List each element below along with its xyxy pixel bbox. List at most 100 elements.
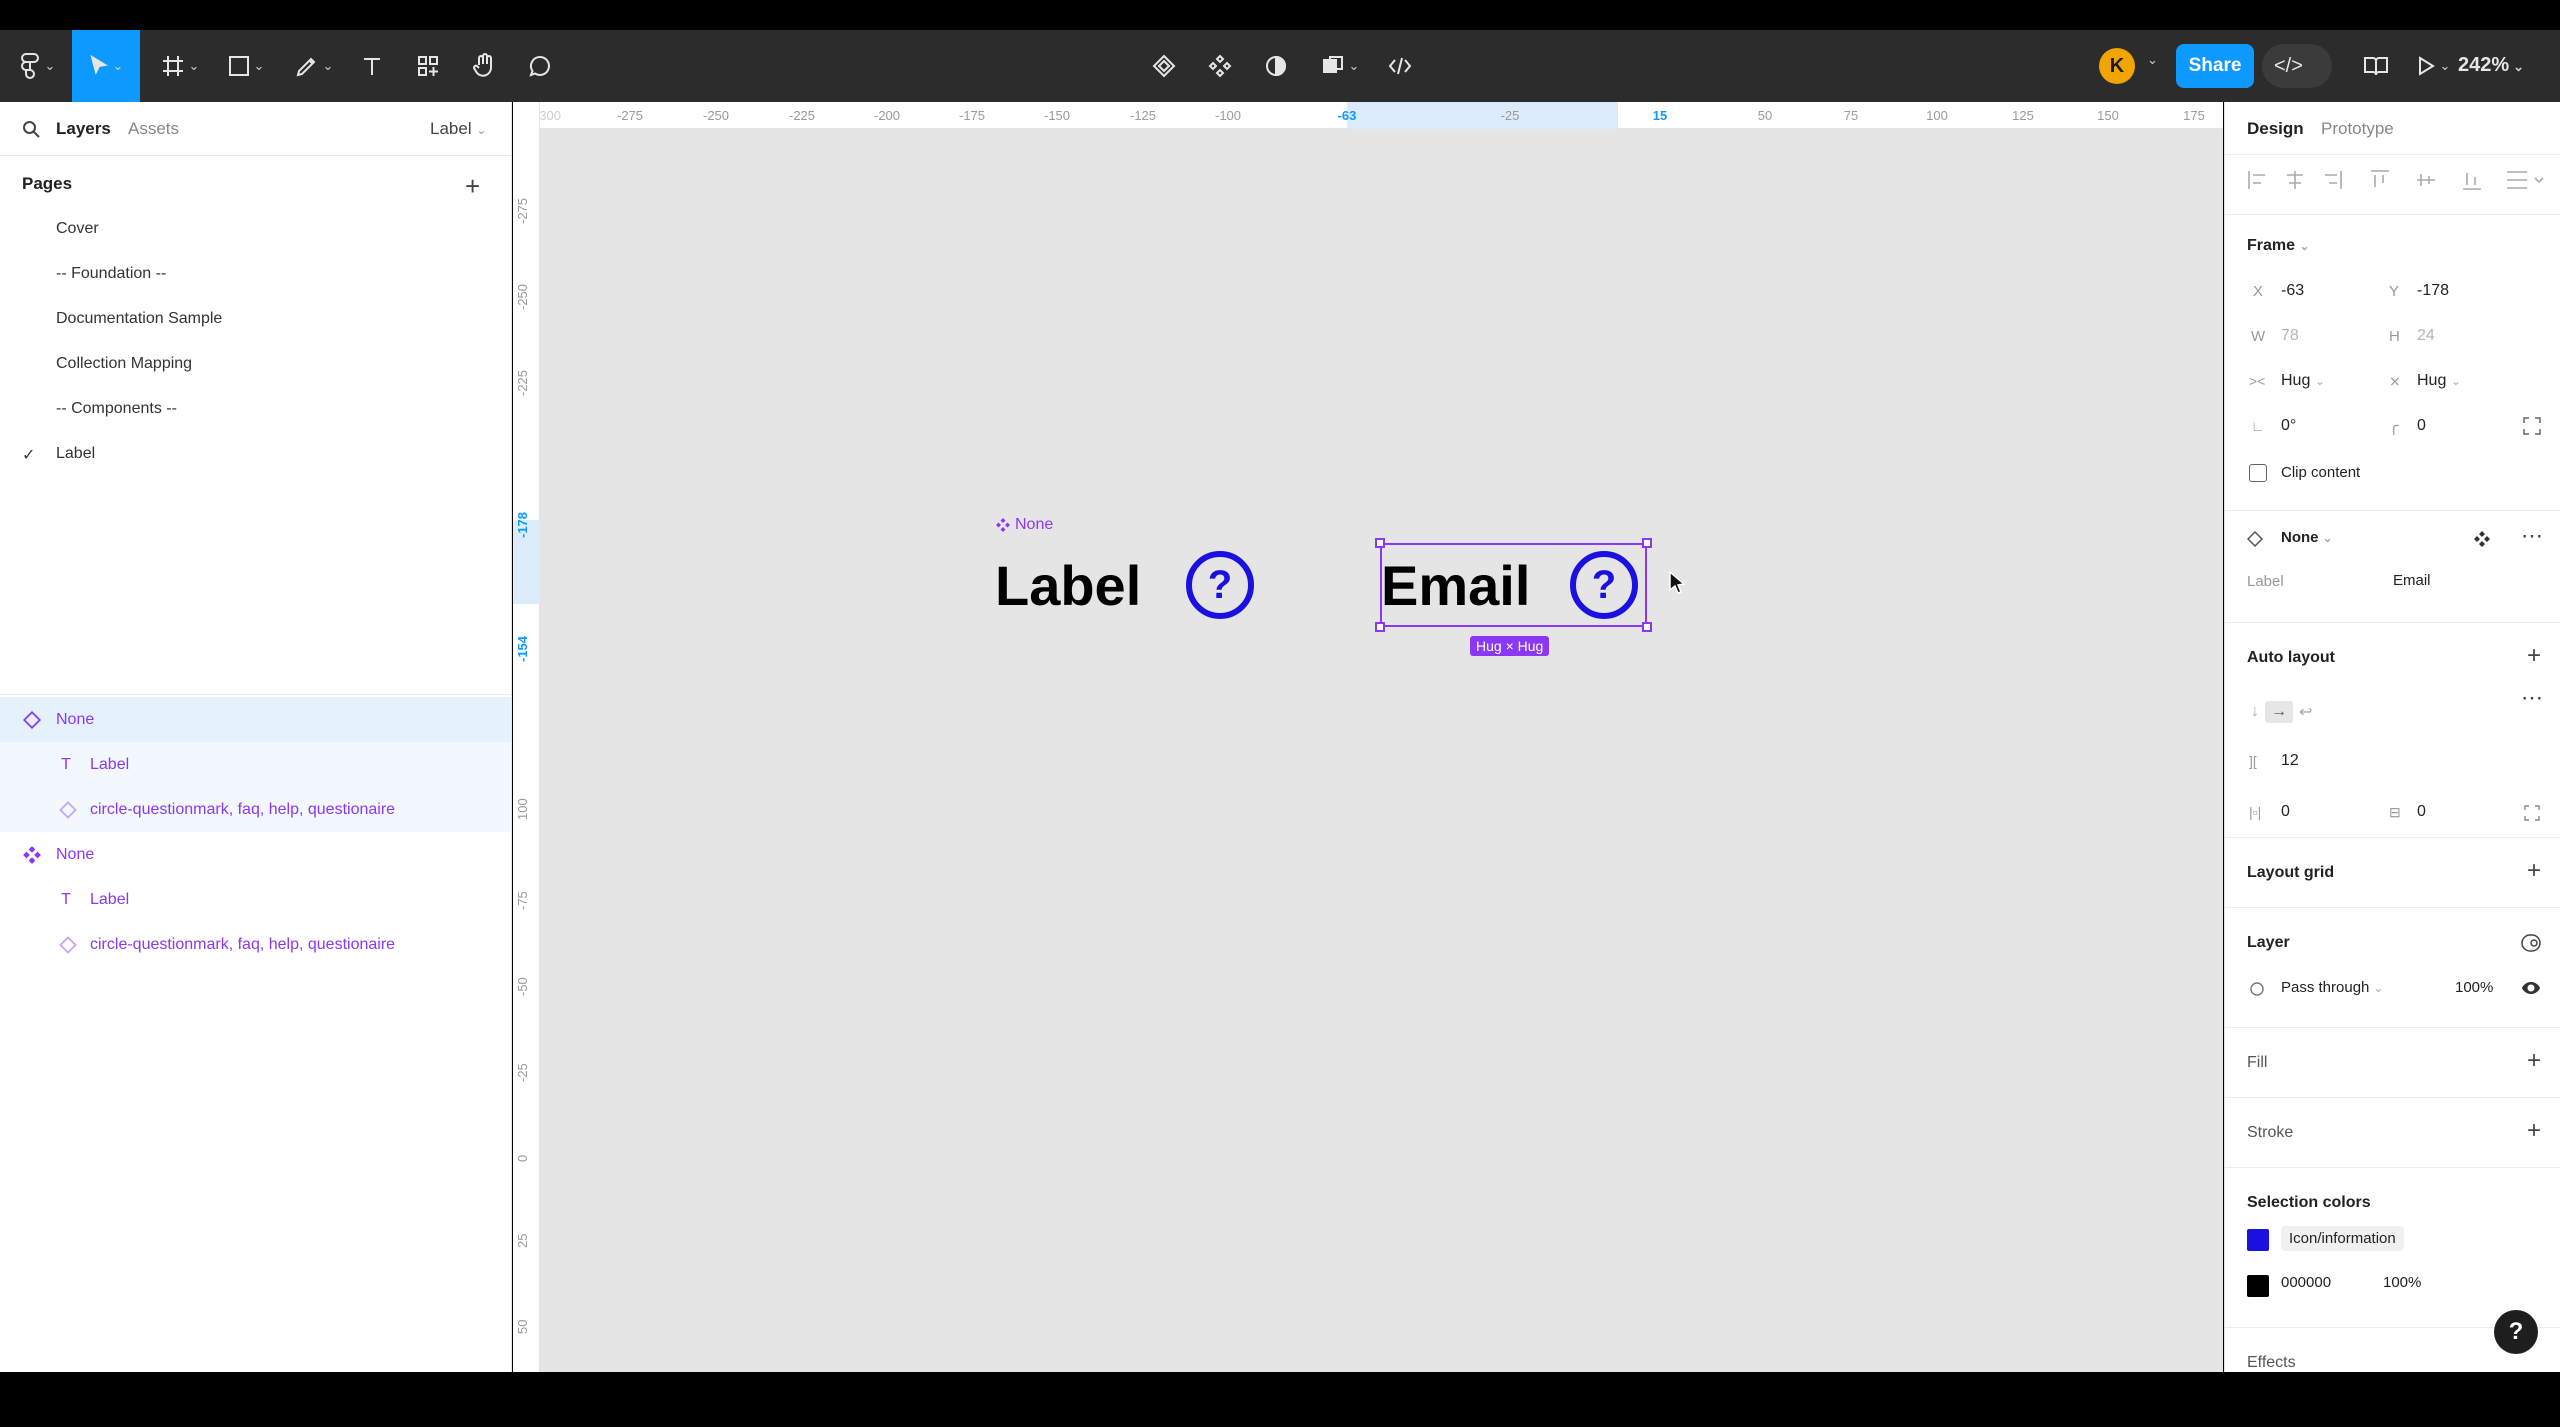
page-item-label[interactable]: Label (56, 445, 95, 463)
component-set-label[interactable]: None (996, 516, 1053, 534)
resize-handle[interactable] (1375, 622, 1385, 632)
mask-button[interactable] (1256, 30, 1296, 102)
gap-input[interactable]: 12 (2281, 752, 2299, 770)
code-view-button[interactable] (1380, 30, 1420, 102)
visibility-eye-icon[interactable] (2521, 981, 2541, 995)
color-style-name[interactable]: Icon/information (2281, 1226, 2404, 1251)
layer-row[interactable]: T Label (0, 877, 511, 922)
add-layout-grid-icon[interactable]: + (2527, 859, 2541, 883)
layer-row[interactable]: None (0, 832, 511, 877)
zoom-level-dropdown[interactable]: 242% ⌄ (2458, 54, 2524, 77)
vertical-resizing-dropdown[interactable]: Hug ⌄ (2417, 372, 2461, 390)
add-auto-layout-icon[interactable]: + (2527, 644, 2541, 668)
main-menu-button[interactable]: ⌄ (14, 30, 60, 102)
variant-label-text[interactable]: Label (995, 558, 1141, 614)
corner-radius-input[interactable]: 0 (2417, 417, 2426, 435)
library-button[interactable] (2354, 30, 2398, 102)
text-tool-button[interactable] (352, 30, 392, 102)
hug-h-value: Hug (2417, 372, 2447, 389)
tab-assets[interactable]: Assets (128, 119, 179, 139)
direction-toggle[interactable]: ↓ → ↩ (2247, 697, 2317, 727)
create-component-button[interactable] (1144, 30, 1184, 102)
vertical-padding-input[interactable]: 0 (2417, 803, 2426, 821)
resize-handle[interactable] (1642, 538, 1652, 548)
comment-tool-button[interactable] (520, 30, 560, 102)
tab-layers[interactable]: Layers (56, 119, 111, 139)
more-options-icon[interactable]: ⋯ (2521, 523, 2543, 549)
more-options-icon[interactable]: ⋯ (2521, 685, 2543, 711)
variable-mode-icon[interactable] (2521, 934, 2541, 952)
avatar[interactable]: K (2099, 48, 2135, 84)
x-input[interactable]: -63 (2281, 282, 2304, 300)
shape-tool-button[interactable]: ⌄ (218, 30, 274, 102)
page-item-cover[interactable]: Cover (56, 220, 99, 238)
go-to-main-component-icon[interactable] (2473, 530, 2491, 548)
dev-mode-toggle[interactable]: </> (2262, 44, 2332, 88)
frame-section-title[interactable]: Frame ⌄ (2247, 237, 2310, 255)
present-button[interactable]: ⌄ (2410, 30, 2456, 102)
search-icon[interactable] (22, 120, 40, 138)
design-canvas[interactable]: -300 -275 -250 -225 -200 -175 -150 -125 … (513, 102, 2223, 1372)
chevron-down-icon[interactable]: ⌄ (2147, 52, 2158, 68)
page-dropdown[interactable]: Label ⌄ (430, 119, 486, 139)
layers-assets-tabs: Layers Assets Label ⌄ (0, 102, 511, 156)
tab-prototype[interactable]: Prototype (2321, 119, 2394, 139)
horizontal-padding-input[interactable]: 0 (2281, 803, 2290, 821)
individual-padding-icon[interactable] (2523, 804, 2541, 822)
layer-row[interactable]: circle-questionmark, faq, help, question… (0, 787, 511, 832)
opacity-input[interactable]: 100% (2455, 979, 2493, 996)
resize-handle[interactable] (1642, 622, 1652, 632)
color-swatch[interactable] (2247, 1229, 2269, 1251)
ruler-tick: 75 (1843, 108, 1859, 123)
ruler-tick: -225 (788, 108, 816, 123)
tab-design[interactable]: Design (2247, 119, 2304, 139)
hand-tool-button[interactable] (464, 30, 504, 102)
horizontal-resizing-dropdown[interactable]: Hug ⌄ (2281, 372, 2325, 390)
move-tool-button[interactable]: ⌄ (72, 30, 140, 102)
ruler-tick-selected: 15 (1652, 108, 1668, 123)
layer-name: circle-questionmark, faq, help, question… (90, 935, 396, 953)
component-set-button[interactable] (1200, 30, 1240, 102)
color-hex-input[interactable]: 000000 (2281, 1274, 2331, 1291)
component-name-dropdown[interactable]: None ⌄ (2281, 529, 2333, 546)
page-item-components[interactable]: -- Components -- (56, 400, 177, 418)
page-item-collection-mapping[interactable]: Collection Mapping (56, 355, 192, 373)
y-input[interactable]: -178 (2417, 282, 2449, 300)
blend-mode-icon (2250, 982, 2264, 996)
arrow-down-icon: ↓ (2251, 703, 2259, 720)
layer-row[interactable]: circle-questionmark, faq, help, question… (0, 922, 511, 967)
color-opacity-input[interactable]: 100% (2383, 1274, 2421, 1291)
property-value-input[interactable]: Email (2393, 572, 2431, 589)
color-swatch[interactable] (2247, 1275, 2269, 1297)
add-fill-icon[interactable]: + (2527, 1049, 2541, 1073)
page-item-foundation[interactable]: -- Foundation -- (56, 265, 166, 283)
rotation-input[interactable]: 0° (2281, 417, 2296, 435)
independent-corners-icon[interactable] (2523, 417, 2541, 435)
frame-tool-button[interactable]: ⌄ (152, 30, 208, 102)
h-input[interactable]: 24 (2417, 327, 2435, 345)
fill-section: Fill + (2225, 1027, 2560, 1097)
selection-box[interactable] (1380, 543, 1647, 627)
ruler-tick: -25 (515, 1063, 530, 1082)
blend-mode-dropdown[interactable]: Pass through ⌄ (2281, 979, 2384, 996)
dev-mode-label: </> (2274, 54, 2303, 77)
chevron-down-icon: ⌄ (1348, 58, 1360, 73)
add-stroke-icon[interactable]: + (2527, 1119, 2541, 1143)
boolean-ops-button[interactable]: ⌄ (1312, 30, 1368, 102)
pen-tool-button[interactable]: ⌄ (286, 30, 342, 102)
circle-questionmark-icon[interactable]: ? (1186, 551, 1254, 619)
alignment-toolbar[interactable] (2247, 168, 2557, 192)
layer-row[interactable]: None (0, 697, 511, 742)
resources-button[interactable] (408, 30, 448, 102)
resize-handle[interactable] (1375, 538, 1385, 548)
share-button[interactable]: Share (2176, 44, 2254, 88)
page-item-documentation-sample[interactable]: Documentation Sample (56, 310, 222, 328)
corner-radius-icon: ╭ (2389, 418, 2399, 435)
clip-content-checkbox[interactable] (2249, 464, 2267, 482)
layer-row[interactable]: T Label (0, 742, 511, 787)
help-button[interactable]: ? (2494, 1310, 2538, 1354)
add-page-icon[interactable]: + (465, 173, 480, 199)
play-icon (2418, 56, 2435, 76)
code-brackets-icon (1388, 57, 1412, 75)
w-input[interactable]: 78 (2281, 327, 2299, 345)
